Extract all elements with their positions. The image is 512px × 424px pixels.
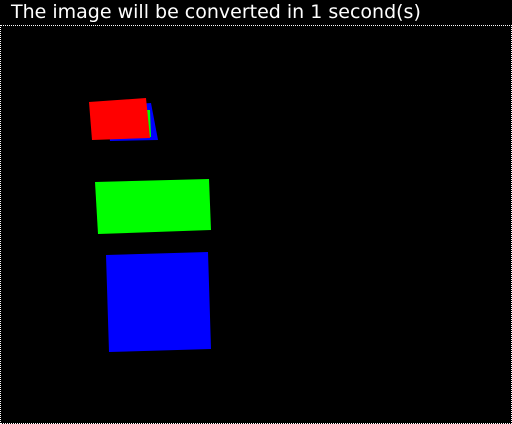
blue-block [106,252,211,352]
red-block [89,98,150,140]
canvas-shapes [89,98,211,352]
green-block [95,179,211,234]
